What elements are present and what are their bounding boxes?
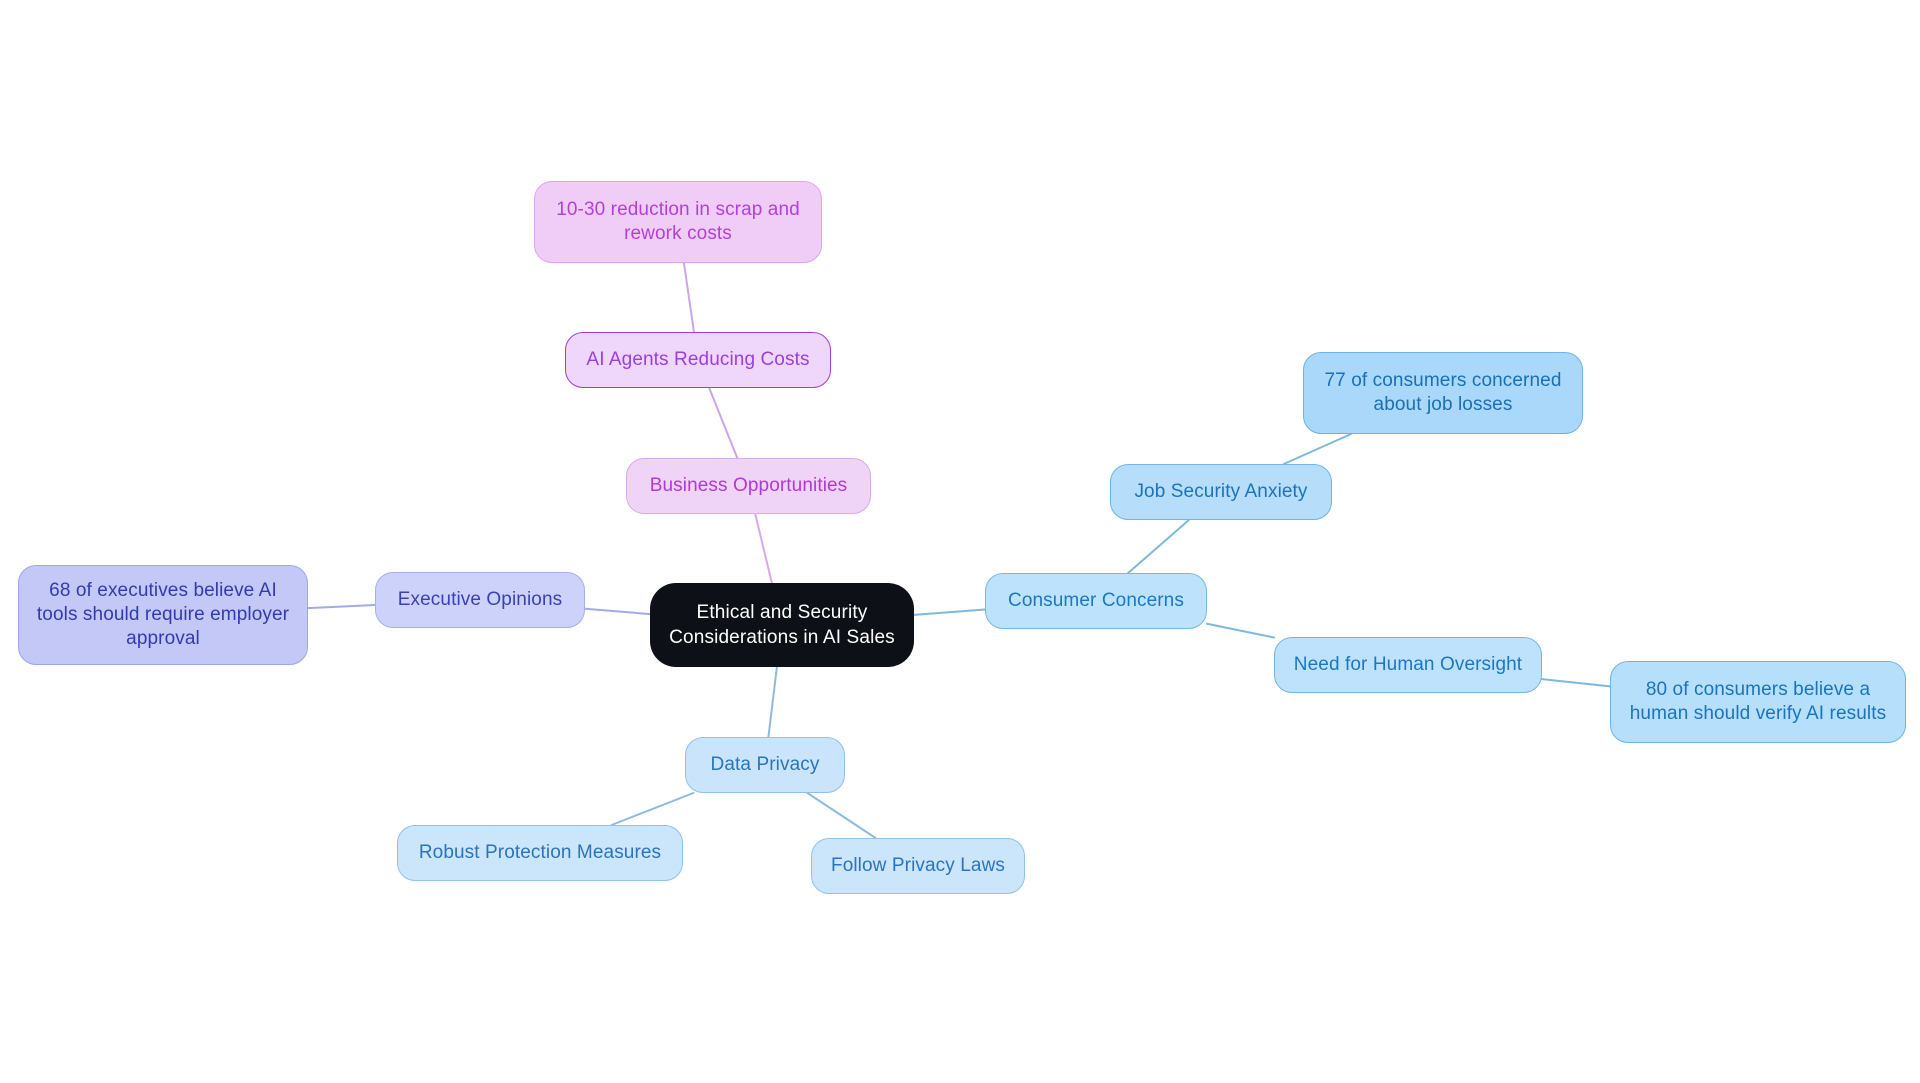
mindmap-node-robust-protection-measures[interactable]: Robust Protection Measures xyxy=(397,825,683,881)
mindmap-edge xyxy=(307,603,376,610)
mindmap-edge xyxy=(1541,678,1611,688)
mindmap-node-label: Follow Privacy Laws xyxy=(830,854,1005,876)
mindmap-edge xyxy=(1206,622,1275,639)
mindmap-node-scrap-rework-reduction[interactable]: 10-30 reduction in scrap and rework cost… xyxy=(534,181,822,263)
mindmap-node-human-verify-ai-results[interactable]: 80 of consumers believe a human should v… xyxy=(1610,661,1906,743)
mindmap-node-label: Executive Opinions xyxy=(397,588,563,610)
mindmap-edge xyxy=(767,666,778,738)
mindmap-node-follow-privacy-laws[interactable]: Follow Privacy Laws xyxy=(811,838,1025,894)
mindmap-edge xyxy=(913,608,986,616)
mindmap-node-label: AI Agents Reducing Costs xyxy=(586,348,810,370)
mindmap-edge xyxy=(708,387,739,459)
mindmap-node-consumers-job-losses[interactable]: 77 of consumers concerned about job loss… xyxy=(1303,352,1583,434)
mindmap-node-label: 77 of consumers concerned about job loss… xyxy=(1324,369,1562,415)
mindmap-edge xyxy=(584,607,651,616)
mindmap-edge xyxy=(754,513,773,584)
mindmap-node-label: 80 of consumers believe a human should v… xyxy=(1629,678,1887,724)
mindmap-node-label: Consumer Concerns xyxy=(1008,589,1184,611)
mindmap-edge xyxy=(806,792,877,839)
mindmap-node-label: Job Security Anxiety xyxy=(1134,480,1308,502)
mindmap-node-executives-employer-approval[interactable]: 68 of executives believe AI tools should… xyxy=(18,565,308,665)
mindmap-node-label: Ethical and Security Considerations in A… xyxy=(669,601,895,648)
mindmap-node-executive-opinions[interactable]: Executive Opinions xyxy=(375,572,585,628)
mindmap-edge xyxy=(1127,519,1190,574)
mindmap-node-label: Business Opportunities xyxy=(649,474,848,496)
mindmap-node-data-privacy[interactable]: Data Privacy xyxy=(685,737,845,793)
mindmap-node-root[interactable]: Ethical and Security Considerations in A… xyxy=(650,583,914,667)
mindmap-node-ai-agents-reducing-costs[interactable]: AI Agents Reducing Costs xyxy=(565,332,831,388)
mindmap-node-label: 10-30 reduction in scrap and rework cost… xyxy=(556,198,800,244)
mindmap-edge xyxy=(610,792,695,826)
mindmap-node-label: Robust Protection Measures xyxy=(418,841,662,863)
mindmap-node-label: Data Privacy xyxy=(710,753,820,775)
mindmap-node-need-for-human-oversight[interactable]: Need for Human Oversight xyxy=(1274,637,1542,693)
mindmap-edge xyxy=(682,262,695,333)
mindmap-canvas: Ethical and Security Considerations in A… xyxy=(0,0,1920,1083)
mindmap-edge xyxy=(1282,433,1353,465)
mindmap-node-label: Need for Human Oversight xyxy=(1293,653,1523,675)
mindmap-node-business-opportunities[interactable]: Business Opportunities xyxy=(626,458,871,514)
mindmap-node-job-security-anxiety[interactable]: Job Security Anxiety xyxy=(1110,464,1332,520)
mindmap-node-label: 68 of executives believe AI tools should… xyxy=(36,579,290,650)
mindmap-edges xyxy=(307,262,1611,839)
mindmap-node-consumer-concerns[interactable]: Consumer Concerns xyxy=(985,573,1207,629)
